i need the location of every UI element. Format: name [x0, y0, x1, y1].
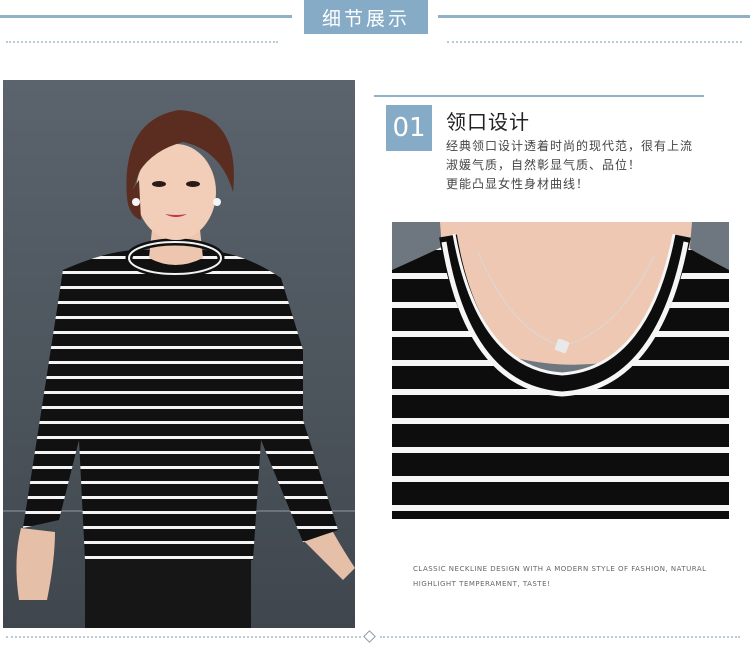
- caption-line: CLASSIC NECKLINE DESIGN WITH A MODERN ST…: [413, 565, 707, 573]
- feature-description: 经典领口设计透着时尚的现代范，很有上流 淑媛气质，自然彰显气质、品位！ 更能凸显…: [446, 137, 736, 194]
- feature-divider: [374, 95, 704, 97]
- diamond-icon: [363, 630, 376, 643]
- feature-number: 01: [392, 113, 426, 143]
- feature-number-badge: 01: [386, 105, 432, 151]
- feature-title: 领口设计: [446, 110, 530, 134]
- footer-dotted-right: [380, 636, 740, 638]
- footer-dotted-left: [6, 636, 361, 638]
- neckline-illustration: [392, 222, 729, 519]
- header-dotted-right: [447, 41, 742, 43]
- caption-line: HIGHLIGHT TEMPERAMENT, TASTE!: [413, 580, 551, 588]
- model-illustration: [16, 110, 355, 628]
- feature-desc-line: 淑媛气质，自然彰显气质、品位！: [446, 158, 642, 172]
- model-photo: [3, 80, 355, 628]
- feature-desc-line: 经典领口设计透着时尚的现代范，很有上流: [446, 139, 694, 153]
- english-caption: CLASSIC NECKLINE DESIGN WITH A MODERN ST…: [413, 562, 733, 592]
- header-dotted-left: [6, 41, 278, 43]
- neckline-detail-photo: [392, 222, 729, 519]
- header-line-right: [438, 15, 750, 18]
- section-title: 细节展示: [321, 7, 410, 30]
- header-line-left: [0, 15, 292, 18]
- feature-desc-line: 更能凸显女性身材曲线！: [446, 177, 590, 191]
- section-title-badge: 细节展示: [304, 0, 428, 34]
